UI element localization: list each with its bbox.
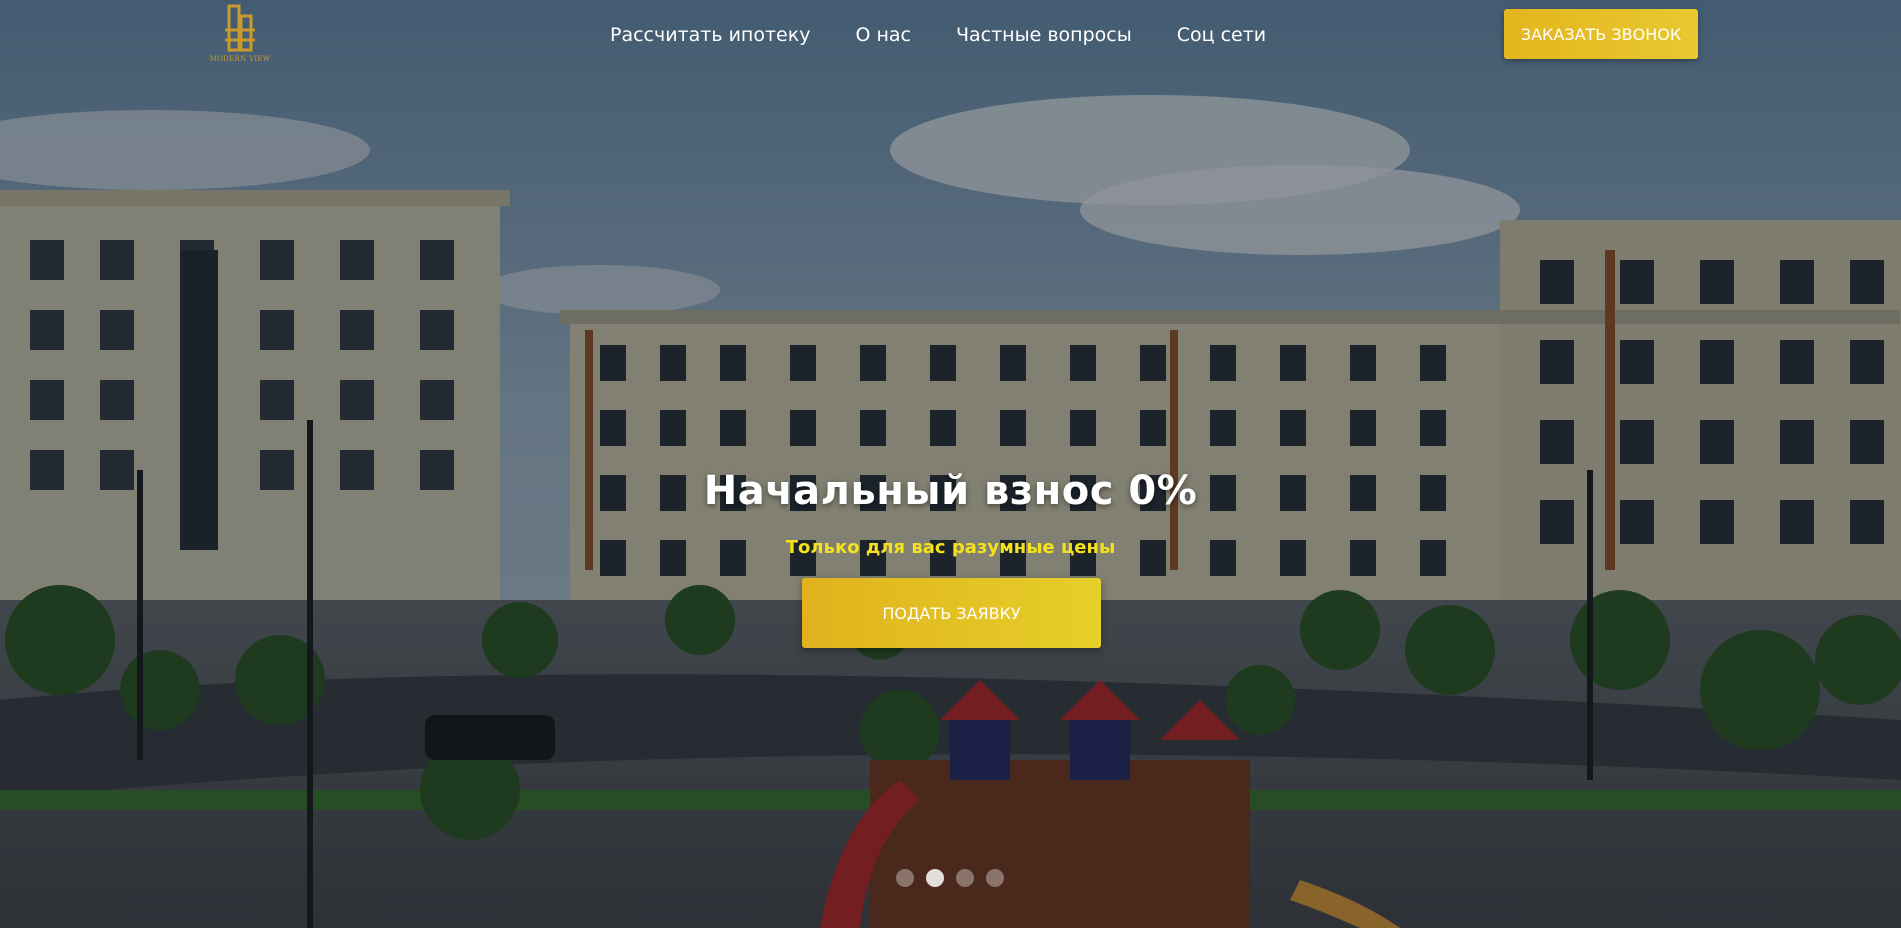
slider-dot-2[interactable]	[926, 869, 944, 887]
slider-dot-1[interactable]	[896, 869, 914, 887]
nav-link-social[interactable]: Соц сети	[1177, 24, 1266, 46]
hero-subtitle: Только для вас разумные цены	[785, 537, 1116, 558]
building-logo-icon	[225, 4, 255, 52]
nav-link-mortgage-calculator[interactable]: Рассчитать ипотеку	[610, 24, 810, 46]
hero-title: Начальный взнос 0%	[703, 468, 1198, 514]
main-nav: Рассчитать ипотеку О нас Частные вопросы…	[610, 24, 1266, 46]
hero-overlay	[0, 0, 1901, 928]
nav-link-about[interactable]: О нас	[855, 24, 911, 46]
nav-link-faq[interactable]: Частные вопросы	[956, 24, 1132, 46]
apply-button[interactable]: ПОДАТЬ ЗАЯВКУ	[802, 578, 1101, 648]
site-logo[interactable]: MODERN VIEW	[204, 0, 276, 70]
site-header: MODERN VIEW Рассчитать ипотеку О нас Час…	[0, 0, 1901, 80]
logo-text: MODERN VIEW	[209, 55, 271, 63]
slider-dot-3[interactable]	[956, 869, 974, 887]
request-call-button[interactable]: ЗАКАЗАТЬ ЗВОНОК	[1504, 9, 1698, 59]
hero-section	[0, 0, 1901, 928]
slider-dot-4[interactable]	[986, 869, 1004, 887]
slider-pagination	[896, 869, 1004, 887]
